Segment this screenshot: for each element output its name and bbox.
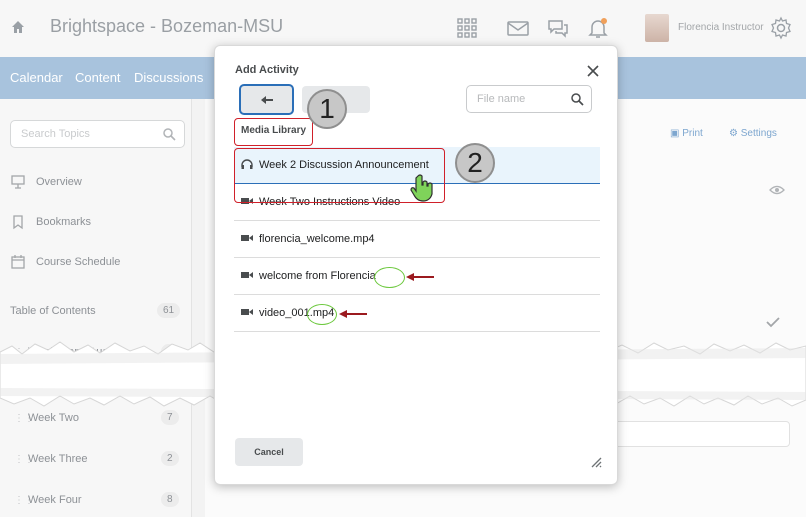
media-list-item[interactable]: video_001.mp4 [234, 295, 600, 332]
step-badge-2: 2 [455, 143, 495, 183]
avatar[interactable] [645, 14, 669, 42]
table-of-contents-label[interactable]: Table of Contents [10, 305, 96, 317]
module-count-badge: 8 [161, 492, 179, 507]
checkmark-icon [766, 317, 780, 328]
media-list-item[interactable]: florencia_welcome.mp4 [234, 221, 600, 258]
drag-handle-icon[interactable]: ⋮⋮ [14, 413, 34, 424]
sidebar-item-label: Course Schedule [36, 256, 121, 268]
drag-handle-icon[interactable]: ⋮⋮ [14, 454, 34, 465]
print-button[interactable]: ▣ Print [670, 128, 703, 139]
gear-icon[interactable] [769, 16, 793, 40]
brand-title[interactable]: Brightspace - Bozeman-MSU [50, 16, 283, 37]
search-icon[interactable] [162, 127, 176, 141]
callout-box-media-library [234, 118, 313, 146]
media-item-label: florencia_welcome.mp4 [259, 233, 375, 245]
module-label: Week Three [28, 453, 88, 465]
module-count-badge: 2 [161, 451, 179, 466]
drag-handle-icon[interactable]: ⋮⋮ [14, 495, 34, 506]
media-item-label: welcome from Florencia [259, 270, 376, 282]
sidebar-item-label: Overview [36, 176, 82, 188]
back-button[interactable] [239, 84, 294, 115]
printer-icon: ▣ [670, 128, 683, 139]
highlight-oval-mp4-extension [307, 304, 337, 325]
chat-icon[interactable] [546, 16, 570, 40]
screenshot-frame: Brightspace - Bozeman-MSU Florencia Inst… [0, 0, 806, 517]
notification-bell-icon[interactable] [586, 16, 610, 40]
dialog-title: Add Activity [235, 64, 299, 76]
nav-content[interactable]: Content [75, 70, 121, 85]
search-topics-input[interactable]: Search Topics [10, 120, 185, 148]
file-name-placeholder: File name [477, 93, 526, 105]
module-item-week-three[interactable]: ⋮⋮Week Three [14, 453, 88, 465]
mail-icon[interactable] [506, 16, 530, 40]
video-camera-icon [241, 235, 253, 241]
visibility-eye-icon[interactable] [769, 184, 785, 196]
settings-label: Settings [740, 128, 777, 139]
video-camera-icon [241, 309, 253, 315]
nav-discussions[interactable]: Discussions [134, 70, 203, 85]
settings-gear-icon: ⚙ [729, 128, 741, 139]
search-icon[interactable] [570, 92, 584, 106]
overview-icon [11, 175, 25, 189]
highlight-oval-missing-extension [374, 267, 405, 288]
arrow-left-annotation-icon [339, 310, 367, 318]
module-item-week-four[interactable]: ⋮⋮Week Four [14, 494, 82, 506]
nav-calendar[interactable]: Calendar [10, 70, 63, 85]
toc-count-badge: 61 [157, 303, 181, 318]
apps-grid-icon[interactable] [455, 16, 479, 40]
settings-button[interactable]: ⚙ Settings [729, 128, 777, 139]
sidebar-item-label: Bookmarks [36, 216, 92, 228]
resize-handle-icon[interactable] [590, 456, 602, 468]
content-input-field[interactable] [610, 421, 790, 447]
arrow-left-icon [261, 96, 273, 104]
arrow-left-annotation-icon [406, 273, 434, 281]
print-label: Print [682, 128, 703, 139]
bookmark-icon [13, 215, 23, 230]
step-badge-1: 1 [307, 89, 347, 129]
hand-pointer-icon [410, 174, 433, 202]
calendar-icon [11, 255, 25, 269]
video-camera-icon [241, 272, 253, 278]
search-topics-placeholder: Search Topics [21, 128, 90, 140]
close-icon[interactable] [586, 64, 600, 78]
add-activity-dialog: Add Activity File name Media Library Wee… [214, 45, 618, 485]
file-name-search-input[interactable]: File name [466, 85, 592, 113]
module-label: Week Four [28, 494, 82, 506]
user-name[interactable]: Florencia Instructor [678, 22, 764, 33]
home-icon[interactable] [10, 19, 26, 35]
cancel-button[interactable]: Cancel [235, 438, 303, 466]
